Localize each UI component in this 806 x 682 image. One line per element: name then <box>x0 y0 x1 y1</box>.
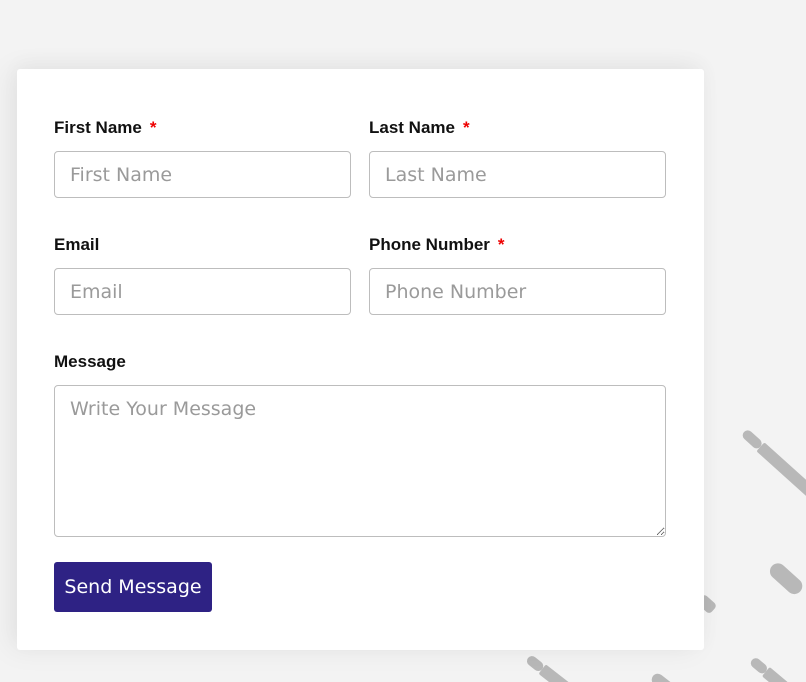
bullet-cartridge-icon <box>769 563 803 595</box>
first-name-label: First Name * <box>54 118 157 138</box>
email-label-text: Email <box>54 235 100 254</box>
last-name-label: Last Name * <box>369 118 470 138</box>
phone-number-label-text: Phone Number <box>369 235 490 254</box>
first-name-input[interactable] <box>54 151 351 198</box>
bullet-cartridge-icon <box>750 658 800 682</box>
message-textarea[interactable] <box>54 385 666 537</box>
send-message-button[interactable]: Send Message <box>54 562 212 612</box>
required-mark: * <box>462 118 470 137</box>
bullet-cartridge-icon <box>526 656 577 682</box>
email-label: Email <box>54 235 99 255</box>
message-label: Message <box>54 352 126 372</box>
contact-form-card: First Name * Last Name * Email Phone Numbe… <box>17 69 704 650</box>
email-input[interactable] <box>54 268 351 315</box>
bullet-cartridge-icon <box>651 673 678 682</box>
bullet-cartridge-icon <box>742 430 806 498</box>
required-mark: * <box>149 118 157 137</box>
phone-number-label: Phone Number * <box>369 235 505 255</box>
last-name-label-text: Last Name <box>369 118 455 137</box>
message-label-text: Message <box>54 352 126 371</box>
phone-number-input[interactable] <box>369 268 666 315</box>
required-mark: * <box>497 235 505 254</box>
last-name-input[interactable] <box>369 151 666 198</box>
first-name-label-text: First Name <box>54 118 142 137</box>
